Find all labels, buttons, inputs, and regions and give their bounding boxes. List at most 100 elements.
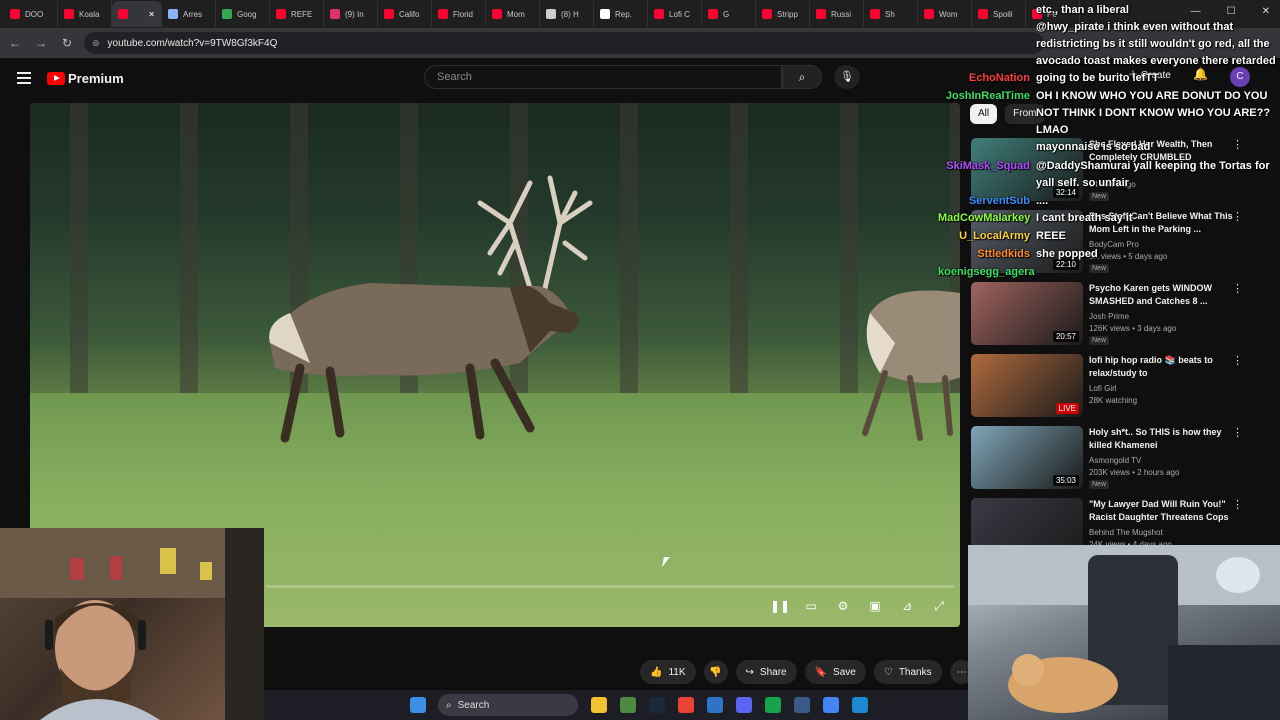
chat-message: ServentSub....	[938, 195, 1048, 207]
voice-search-button[interactable]: 🎙	[834, 65, 860, 89]
dislike-button[interactable]: 👎	[703, 660, 728, 684]
video-progress-bar[interactable]	[266, 585, 954, 588]
recommendation-thumbnail[interactable]: LIVE	[971, 354, 1083, 417]
tab-label: REFE	[291, 9, 313, 19]
browser-tab[interactable]: Mom	[486, 1, 540, 27]
recommendation-meta: 203K views • 2 hours ago	[1089, 468, 1180, 477]
browser-tab[interactable]: Russi	[810, 1, 864, 27]
recommendation-channel: Josh Prime	[1089, 312, 1130, 321]
more-vertical-icon[interactable]: ⋮	[1232, 426, 1243, 439]
tab-close-icon[interactable]: ✕	[148, 10, 155, 19]
tab-favicon-icon	[330, 9, 340, 19]
browser-tab[interactable]: Koala	[58, 1, 112, 27]
tab-favicon-icon	[600, 9, 610, 19]
browser-tab[interactable]: Florid	[432, 1, 486, 27]
youtube-logo[interactable]: Premium	[47, 71, 124, 86]
recommendation-channel: Behind The Mugshot	[1089, 528, 1163, 537]
like-button[interactable]: 👍 11K	[640, 660, 696, 684]
subtitles-icon[interactable]: ▭	[802, 599, 820, 614]
browser-tab[interactable]: ✕	[112, 1, 162, 27]
new-badge: New	[1089, 480, 1110, 489]
tab-label: Mom	[507, 9, 525, 19]
browser-tab[interactable]: Stripp	[756, 1, 810, 27]
file-explorer-icon[interactable]	[591, 697, 607, 713]
recommendation-item[interactable]: LIVE lofi hip hop radio 📚 beats to relax/…	[970, 354, 1270, 424]
tab-favicon-icon	[546, 9, 556, 19]
browser-tab[interactable]: (9) In	[324, 1, 378, 27]
cast-icon[interactable]: ⊿	[898, 599, 916, 614]
tab-label: Rep.	[615, 9, 632, 19]
tab-favicon-icon	[492, 9, 502, 19]
vscode-icon[interactable]	[707, 697, 723, 713]
recommendation-item[interactable]: 35:03 Holy sh*t.. So THIS is how they kil…	[970, 426, 1270, 496]
screen: DOO Koala ✕ Arres Goog REFE (9) In Califo Florid…	[0, 0, 1280, 720]
recommendation-item[interactable]: 20:57 Psycho Karen gets WINDOW SMASHED an…	[970, 282, 1270, 352]
cat-on-chair-figure	[968, 545, 1280, 720]
player-controls: ❚❚ ▭ ⚙ ▣ ⊿ ⤢	[770, 599, 948, 614]
save-label: Save	[833, 666, 856, 678]
discord-icon[interactable]	[736, 697, 752, 713]
xbox-icon[interactable]	[765, 697, 781, 713]
steam-icon[interactable]	[649, 697, 665, 713]
forward-icon[interactable]: →	[30, 36, 52, 50]
recommendation-thumbnail[interactable]: 20:57	[971, 282, 1083, 345]
chat-username: MadCowMalarkey	[938, 212, 1031, 224]
bull-elk-figure	[269, 175, 593, 443]
browser-tab[interactable]: Lofi C	[648, 1, 702, 27]
settings-gear-icon[interactable]: ⚙	[834, 599, 852, 614]
site-info-icon[interactable]: ⊜	[92, 38, 100, 49]
chrome-icon[interactable]	[678, 697, 694, 713]
search-input[interactable]: Search	[424, 65, 782, 89]
pause-icon[interactable]: ❚❚	[770, 599, 790, 614]
more-vertical-icon[interactable]: ⋮	[1232, 354, 1243, 367]
recommendation-meta: 28K watching	[1089, 396, 1138, 405]
chat-text: I cant breath say it	[1036, 212, 1133, 224]
chat-message: MadCowMalarkey I cant breath say it	[938, 212, 1133, 224]
search-icon: ⌕	[446, 699, 452, 711]
browser-tab[interactable]: REFE	[270, 1, 324, 27]
taskbar-search[interactable]: ⌕ Search	[438, 694, 578, 716]
more-vertical-icon[interactable]: ⋮	[1232, 498, 1243, 511]
cow-elk-figure	[862, 290, 960, 441]
edge-icon[interactable]	[852, 697, 868, 713]
chat-text: yall self. so unfair	[1036, 177, 1129, 189]
fullscreen-icon[interactable]: ⤢	[930, 599, 948, 614]
tab-favicon-icon	[924, 9, 934, 19]
browser-tab[interactable]: Arres	[162, 1, 216, 27]
thanks-button[interactable]: ♡ Thanks	[873, 660, 942, 684]
browser-tab[interactable]: (8) H	[540, 1, 594, 27]
tab-favicon-icon	[708, 9, 718, 19]
chat-text: ....	[1036, 195, 1049, 207]
share-button[interactable]: ↪ Share	[735, 660, 797, 684]
chat-message: yall self. so unfair	[938, 177, 1129, 189]
browser-tab[interactable]: G	[702, 1, 756, 27]
browser-tab[interactable]: Rep.	[594, 1, 648, 27]
tab-favicon-icon	[384, 9, 394, 19]
browser-tab[interactable]: DOO	[4, 1, 58, 27]
chat-message: LMAO	[938, 124, 1068, 136]
browser-tab[interactable]: Goog	[216, 1, 270, 27]
back-icon[interactable]: ←	[4, 36, 26, 50]
recommendation-thumbnail[interactable]: 35:03	[971, 426, 1083, 489]
chat-message: mayonnaise is so bad	[938, 141, 1150, 153]
url-text: youtube.com/watch?v=9TW8Gf3kF4Q	[107, 37, 278, 49]
url-field[interactable]: ⊜ youtube.com/watch?v=9TW8Gf3kF4Q	[84, 32, 1044, 54]
reload-icon[interactable]: ↻	[56, 36, 78, 50]
like-count: 11K	[668, 666, 686, 678]
windows-start-icon[interactable]	[410, 697, 426, 713]
save-button[interactable]: 🔖 Save	[804, 660, 866, 684]
search-button[interactable]: ⌕	[782, 65, 822, 89]
chat-text: @DaddyShamurai yall keeping the Tortas f…	[1036, 160, 1270, 172]
browser-tab[interactable]: Califo	[378, 1, 432, 27]
tab-label: (8) H	[561, 9, 579, 19]
tab-label: Sh	[885, 9, 895, 19]
terminal-icon[interactable]	[620, 697, 636, 713]
theater-mode-icon[interactable]: ▣	[866, 599, 884, 614]
steam2-icon[interactable]	[794, 697, 810, 713]
chat-text: she popped	[1036, 248, 1098, 260]
menu-icon[interactable]	[17, 72, 31, 84]
tab-favicon-icon	[276, 9, 286, 19]
recommendation-channel: Lofi Girl	[1089, 384, 1117, 393]
chrome-profile-icon[interactable]	[823, 697, 839, 713]
browser-tab[interactable]: Sh	[864, 1, 918, 27]
